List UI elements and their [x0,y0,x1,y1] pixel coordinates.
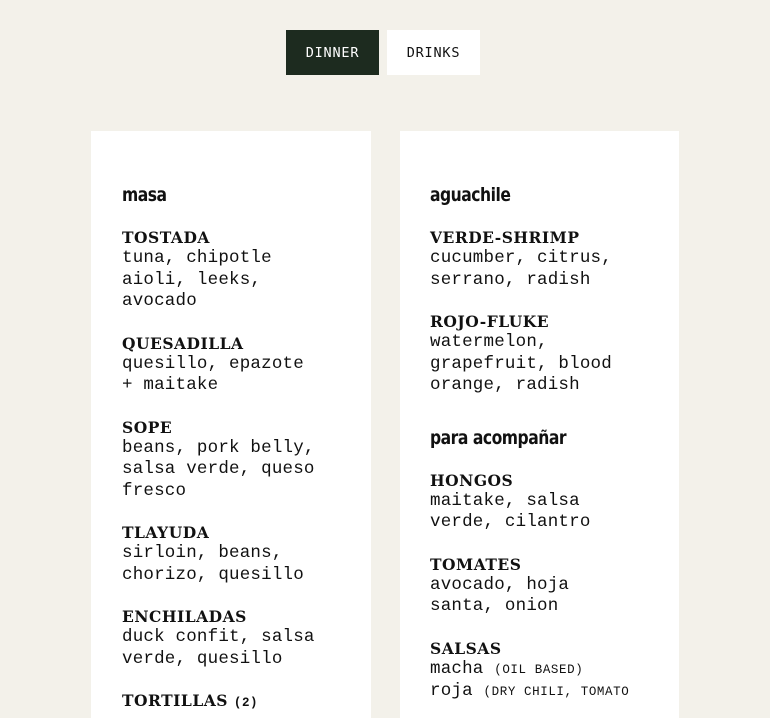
desc-line: verde, cilantro [430,512,591,532]
item-note: (2) [233,696,259,710]
salsa-note: (OIL BASED) [494,662,584,677]
item-name: VERDE-SHRIMP [430,228,580,247]
desc-line: santa, onion [430,596,559,616]
section-title-masa: masa [122,184,167,206]
menu-item-tortillas: TORTILLAS (2) [122,690,351,714]
menu-item-verde-shrimp: VERDE-SHRIMP cucumber, citrus, serrano, … [430,227,659,291]
menu-item-tomates: TOMATES avocado, hoja santa, onion [430,554,659,618]
desc-line: fresco [122,480,187,501]
menu-item-salsas: SALSAS macha (OIL BASED) roja (DRY CHILI… [430,638,659,704]
desc-line: orange, radish [430,375,580,395]
salsa-name: macha [430,658,484,679]
desc-line: grapefruit, blood [430,353,612,374]
item-description: maitake, salsa verde, cilantro [430,491,659,534]
item-name: SALSAS [430,638,502,658]
salsa-line: roja (DRY CHILI, TOMATO [430,681,659,704]
menu-card-masa: masa TOSTADA tuna, chipotle aioli, leeks… [91,131,371,718]
desc-line: beans, pork belly, [122,437,315,458]
item-description: quesillo, epazote + maitake [122,354,351,397]
item-description: macha (OIL BASED) roja (DRY CHILI, TOMAT… [430,659,659,704]
salsa-line: macha (OIL BASED) [430,659,659,682]
desc-line: maitake, salsa [430,490,580,511]
item-description: sirloin, beans, chorizo, quesillo [122,543,351,586]
desc-line: quesillo, epazote [122,353,304,374]
desc-line: + maitake [122,375,219,395]
menu-item-tlayuda: TLAYUDA sirloin, beans, chorizo, quesill… [122,522,351,586]
item-name: TOSTADA [122,228,210,247]
item-description: cucumber, citrus, serrano, radish [430,248,659,291]
desc-line: avocado [122,291,197,311]
desc-line: aioli, leeks, [122,269,262,290]
menu-tabs: DINNER DRINKS [286,30,480,75]
desc-line: avocado, hoja [430,574,570,595]
item-name: ENCHILADAS [122,607,247,626]
item-name: SOPE [122,417,173,437]
item-description: watermelon, grapefruit, blood orange, ra… [430,332,659,397]
desc-line: serrano, radish [430,269,591,290]
item-description: beans, pork belly, salsa verde, queso fr… [122,438,351,503]
desc-line: cucumber, citrus, [430,248,612,268]
item-name: TOMATES [430,554,522,574]
salsa-note: (DRY CHILI, TOMATO [483,685,630,699]
item-name: HONGOS [430,470,514,490]
item-name: ROJO-FLUKE [430,312,550,331]
tab-drinks[interactable]: DRINKS [387,30,480,75]
section-title-para-acompanar: para acompañar [430,426,567,449]
item-description: duck confit, salsa verde, quesillo [122,627,351,670]
menu-item-quesadilla: QUESADILLA quesillo, epazote + maitake [122,333,351,397]
item-description: avocado, hoja santa, onion [430,575,659,618]
menu-item-enchiladas: ENCHILADAS duck confit, salsa verde, que… [122,606,351,670]
menu-item-sope: SOPE beans, pork belly, salsa verde, que… [122,417,351,503]
salsa-name: roja [430,681,473,701]
menu-item-rojo-fluke: ROJO-FLUKE watermelon, grapefruit, blood… [430,311,659,397]
item-name: TORTILLAS (2) [122,690,351,714]
desc-line: chorizo, quesillo [122,564,304,585]
desc-line: duck confit, salsa [122,627,315,647]
item-description: tuna, chipotle aioli, leeks, avocado [122,248,351,313]
menu-card-aguachile: aguachile VERDE-SHRIMP cucumber, citrus,… [400,131,679,718]
desc-line: verde, quesillo [122,648,283,669]
item-name: TLAYUDA [122,523,210,542]
item-name-text: TORTILLAS [122,691,228,710]
menu-item-hongos: HONGOS maitake, salsa verde, cilantro [430,470,659,534]
menu-item-tostada: TOSTADA tuna, chipotle aioli, leeks, avo… [122,227,351,313]
desc-line: salsa verde, queso [122,459,315,479]
section-title-aguachile: aguachile [430,184,511,206]
desc-line: watermelon, [430,332,548,352]
tab-dinner[interactable]: DINNER [286,30,379,75]
desc-line: tuna, chipotle [122,248,272,268]
desc-line: sirloin, beans, [122,543,283,563]
item-name: QUESADILLA [122,333,244,353]
